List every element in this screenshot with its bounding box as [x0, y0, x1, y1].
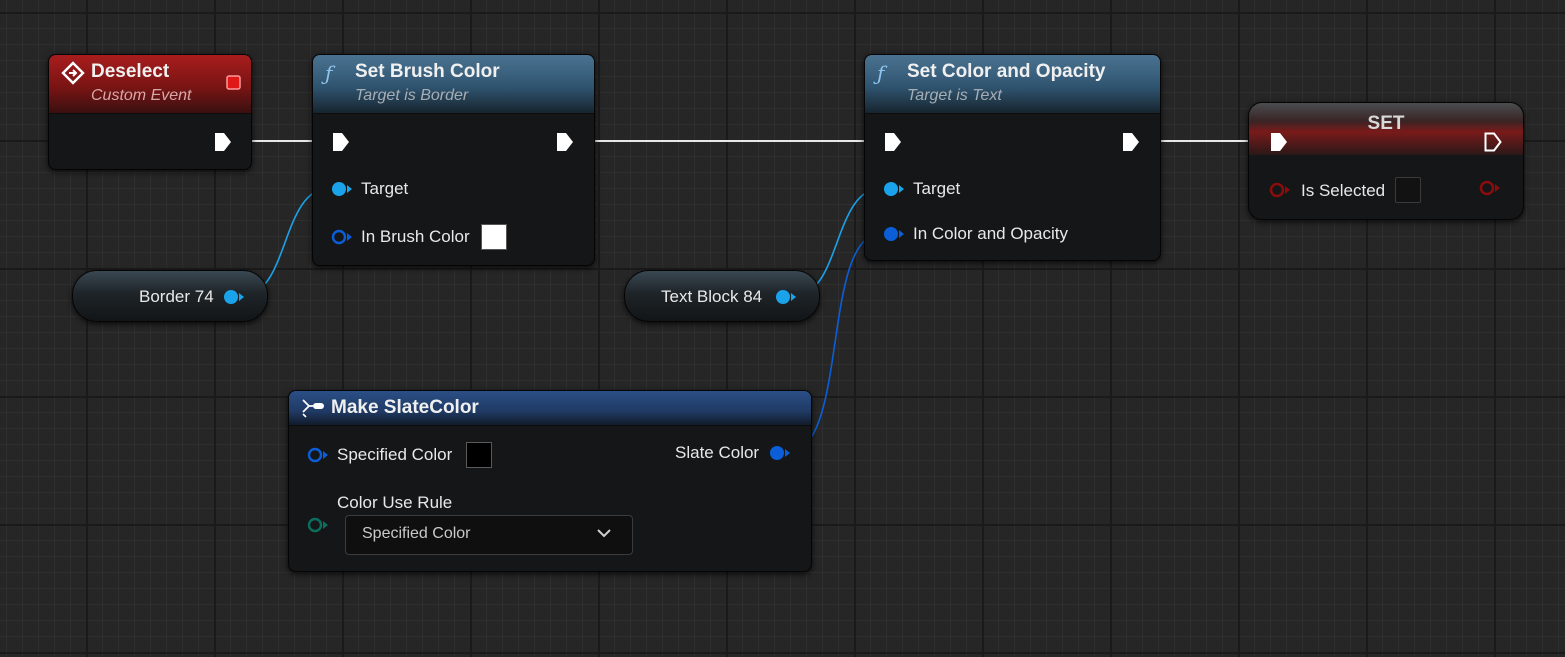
target-pin-label: Target: [361, 179, 409, 198]
text-block-84-out-pin[interactable]: [775, 288, 797, 306]
in-color-opacity-pin[interactable]: [883, 225, 905, 243]
specified-color-swatch[interactable]: [466, 442, 492, 468]
specified-color-label: Specified Color: [337, 445, 453, 464]
color-use-rule-label: Color Use Rule: [337, 493, 453, 512]
slate-color-label: Slate Color: [675, 443, 760, 462]
set-brush-color-node[interactable]: ƒ Set Brush Color Target is Border Targe…: [312, 54, 595, 266]
exec-in-pin[interactable]: [331, 131, 351, 153]
is-selected-in-pin[interactable]: [1269, 181, 1291, 199]
deselect-title: Deselect: [91, 61, 170, 82]
border-74-out-pin[interactable]: [223, 288, 245, 306]
exec-out-pin[interactable]: [1483, 131, 1503, 153]
exec-out-pin[interactable]: [1121, 131, 1141, 153]
border-74-label: Border 74: [139, 287, 214, 306]
deselect-header: Deselect Custom Event: [49, 55, 251, 114]
function-f-icon: ƒ: [877, 61, 885, 85]
set-color-opacity-node[interactable]: ƒ Set Color and Opacity Target is Text T…: [864, 54, 1161, 261]
color-use-rule-dropdown[interactable]: Specified Color: [345, 515, 633, 555]
in-brush-color-pin[interactable]: [331, 228, 353, 246]
set-title: SET: [1367, 113, 1405, 134]
set-color-opacity-title: Set Color and Opacity: [907, 61, 1106, 82]
color-use-rule-value: Specified Color: [362, 525, 471, 542]
text-block-84-label: Text Block 84: [661, 287, 763, 306]
is-selected-label: Is Selected: [1301, 181, 1386, 200]
target-pin[interactable]: [331, 180, 353, 198]
exec-in-pin[interactable]: [883, 131, 903, 153]
delegate-pin-icon[interactable]: [225, 74, 243, 92]
set-brush-color-title: Set Brush Color: [355, 61, 500, 82]
make-slate-color-title: Make SlateColor: [331, 397, 479, 418]
deselect-event-node[interactable]: Deselect Custom Event: [48, 54, 252, 170]
slate-color-out-pin[interactable]: [769, 444, 791, 462]
function-f-icon: ƒ: [325, 61, 333, 85]
set-header: SET: [1249, 103, 1523, 155]
set-color-opacity-subtitle: Target is Text: [907, 87, 1002, 104]
exec-out-pin[interactable]: [555, 131, 575, 153]
specified-color-pin[interactable]: [307, 446, 329, 464]
color-use-rule-pin[interactable]: [307, 516, 329, 534]
brush-color-swatch[interactable]: [481, 224, 507, 250]
chevron-down-icon: [597, 529, 611, 538]
make-slate-color-node[interactable]: Make SlateColor Specified Color Slate Co…: [288, 390, 812, 572]
set-color-opacity-header: ƒ Set Color and Opacity Target is Text: [865, 55, 1160, 114]
border-74-variable-node[interactable]: Border 74: [72, 270, 268, 322]
target-pin[interactable]: [883, 180, 905, 198]
is-selected-out-pin[interactable]: [1479, 179, 1501, 197]
in-brush-color-label: In Brush Color: [361, 227, 470, 246]
deselect-subtitle: Custom Event: [91, 87, 192, 104]
is-selected-checkbox[interactable]: [1395, 177, 1421, 203]
exec-out-pin[interactable]: [213, 131, 233, 153]
set-brush-color-header: ƒ Set Brush Color Target is Border: [313, 55, 594, 114]
make-slate-color-header: Make SlateColor: [289, 391, 811, 426]
set-brush-color-subtitle: Target is Border: [355, 87, 469, 104]
set-variable-node[interactable]: SET Is Selected: [1248, 102, 1524, 220]
exec-in-pin[interactable]: [1269, 131, 1289, 153]
text-block-84-variable-node[interactable]: Text Block 84: [624, 270, 820, 322]
in-color-opacity-label: In Color and Opacity: [913, 224, 1068, 243]
event-diamond-icon: [61, 61, 85, 85]
make-struct-icon: [302, 399, 324, 418]
target-pin-label: Target: [913, 179, 961, 198]
